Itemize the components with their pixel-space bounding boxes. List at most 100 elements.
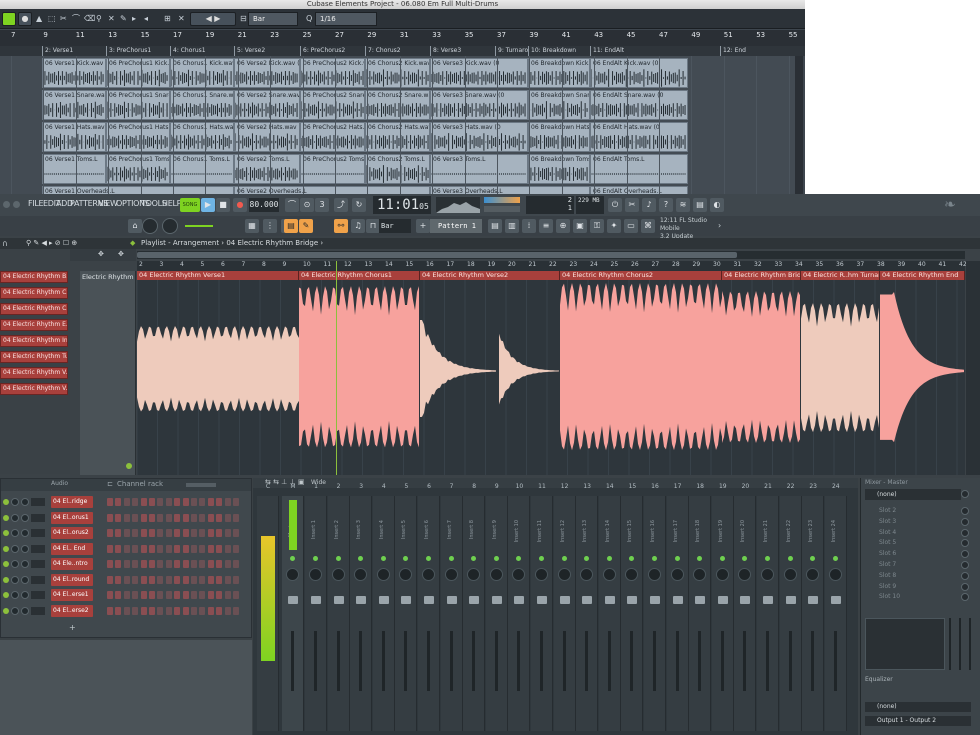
mixer-strip-led[interactable] (697, 556, 703, 561)
step-button[interactable] (132, 513, 139, 522)
channel-rack-icon[interactable]: ⁞ (522, 219, 536, 233)
audio-event[interactable]: 06 Verse3 Toms.L (430, 154, 528, 184)
mixer-strip[interactable]: 21 Insert 21 (757, 483, 779, 731)
snap-magnet-icon[interactable]: ⌂ (128, 219, 142, 233)
cut-icon[interactable]: ✂ (625, 198, 639, 212)
mixer-strip[interactable]: 1 Insert 1 (305, 483, 327, 731)
mixer-fader[interactable] (559, 596, 570, 604)
mixer-fader[interactable] (763, 596, 773, 604)
step-button[interactable] (224, 513, 231, 522)
mixer-fader[interactable] (650, 596, 660, 604)
mixer-pan-knob[interactable] (783, 568, 797, 581)
playhead[interactable] (336, 261, 337, 475)
play-icon[interactable]: ▸ (132, 14, 140, 24)
zoom-icon[interactable]: ⚲ (96, 14, 104, 24)
playlist-clip-header[interactable]: 04 Electric Rhythm Verse2 (420, 271, 560, 280)
fx-slot[interactable]: Slot 4 (867, 528, 957, 538)
channel-name-button[interactable]: 04 El..ridge (51, 496, 93, 508)
step-button[interactable] (174, 560, 181, 568)
step-button[interactable] (224, 529, 231, 537)
audio-event[interactable]: 06 Breakdown Snare.wav (0 (528, 90, 590, 120)
step-button[interactable] (233, 606, 239, 615)
mixer-strip[interactable]: 8 Insert 8 (463, 483, 486, 731)
step-button[interactable] (224, 498, 231, 506)
object-selection-icon[interactable]: ▲ (36, 14, 44, 24)
grid-type-field[interactable]: Bar (248, 12, 298, 26)
audio-event[interactable]: 06 PreChorus2 Snare.wav (0 (300, 90, 365, 120)
audio-event[interactable]: 06 EndAlt Kick.wav (0 (590, 58, 688, 88)
master-volume-slider[interactable] (185, 225, 213, 227)
playlist-view-icon[interactable]: ▤ (284, 219, 298, 233)
step-button[interactable] (191, 529, 197, 537)
mixer-strip[interactable]: 14 Insert 14 (598, 483, 621, 731)
marker[interactable]: 9: Turnaround (495, 46, 528, 56)
audio-event[interactable]: 06 Verse2 Snare.wav (0 (234, 90, 300, 120)
mixer-fader[interactable] (514, 596, 525, 604)
mixer-strip-led[interactable] (516, 556, 522, 561)
split-icon[interactable]: ✂ (60, 14, 68, 24)
step-button[interactable] (207, 591, 214, 599)
step-button[interactable] (140, 498, 147, 506)
plugin-picker-icon[interactable]: ▣ (573, 219, 587, 233)
audio-event[interactable]: 06 Chorus1 Kick.wav (0 (170, 58, 234, 88)
fx-slot[interactable]: Slot 7 (867, 560, 957, 570)
step-button[interactable] (224, 560, 231, 568)
step-button[interactable] (132, 606, 139, 615)
channel-pan-knob[interactable] (11, 544, 19, 553)
mixer-strip[interactable]: 2 Insert 2 (327, 483, 350, 731)
audio-event[interactable]: 06 PreChorus1 Kick.wav (106, 58, 170, 88)
mixer-pan-knob[interactable] (648, 568, 661, 581)
mixer-strip-led[interactable] (765, 556, 770, 561)
help-icon[interactable]: ? (659, 198, 673, 212)
chat-icon[interactable]: ◐ (710, 198, 724, 212)
channel-pan-knob[interactable] (11, 560, 19, 568)
piano-roll-icon[interactable]: ▥ (505, 219, 519, 233)
step-button[interactable] (191, 606, 197, 615)
pattern-selector[interactable]: Pattern 1 (430, 219, 482, 233)
pattern-item[interactable]: 04 Electric Rhythm In.. (0, 335, 68, 347)
mixer-strip-led[interactable] (810, 556, 816, 561)
channel-name-button[interactable]: 04 El..erse1 (51, 589, 93, 601)
step-button[interactable] (233, 498, 239, 506)
step-button[interactable] (140, 529, 147, 537)
audio-event[interactable]: 06 Chorus1 Snare.wav (0 (170, 90, 234, 120)
channel-mixer-track[interactable] (31, 544, 45, 553)
audio-event[interactable]: 06 PreChorus1 Snare.wav (106, 90, 170, 120)
fx-slot[interactable]: Slot 5 (867, 538, 957, 548)
mixer-strip-led[interactable] (290, 556, 295, 561)
audio-event[interactable]: 06 EndAlt Hats.wav (0 (590, 122, 688, 152)
refresh-icon[interactable]: ⏻ (608, 198, 622, 212)
master-pitch-knob[interactable] (162, 218, 178, 234)
step-button[interactable] (191, 498, 197, 506)
step-button[interactable] (216, 606, 223, 615)
pattern-item[interactable]: 04 Electric Rhythm E.. (0, 319, 68, 331)
mixer-strip[interactable]: 6 Insert 6 (418, 483, 440, 731)
mixer-fader[interactable] (469, 596, 480, 604)
step-button[interactable] (191, 544, 197, 553)
slide-icon[interactable]: ✥ (118, 250, 124, 258)
audio-event[interactable]: 06 Verse2 Hats.wav (0 (234, 122, 300, 152)
news-arrow-icon[interactable]: › (718, 221, 721, 230)
fx-slot-toggle[interactable] (961, 550, 969, 559)
mixer-fader[interactable] (537, 596, 547, 604)
cubase-vertical-scrollbar[interactable] (795, 56, 803, 198)
step-button[interactable] (132, 498, 139, 506)
step-button[interactable] (165, 591, 172, 599)
step-button[interactable] (123, 591, 130, 599)
speaker-icon[interactable]: ◂ (144, 14, 152, 24)
step-button[interactable] (157, 606, 164, 615)
mixer-strip[interactable]: C (257, 483, 279, 731)
playlist-clip-header[interactable]: 04 Electric Rhythm Bridge (722, 271, 801, 280)
mixer-strip[interactable]: 16 Insert 16 (644, 483, 666, 731)
step-button[interactable] (132, 560, 139, 568)
pattern-song-toggle[interactable]: SONG (180, 198, 200, 212)
mixer-pan-knob[interactable] (602, 568, 616, 581)
channel-pan-knob[interactable] (11, 606, 19, 615)
breadcrumb-track[interactable]: 04 Electric Rhythm Bridge (226, 239, 318, 247)
mixer-pan-knob[interactable] (625, 568, 639, 581)
master-volume-knob[interactable] (142, 218, 158, 234)
step-button[interactable] (182, 575, 189, 584)
tempo-display[interactable]: 80.000 (249, 198, 279, 212)
step-button[interactable] (174, 498, 181, 506)
channel-volume-knob[interactable] (21, 606, 29, 615)
